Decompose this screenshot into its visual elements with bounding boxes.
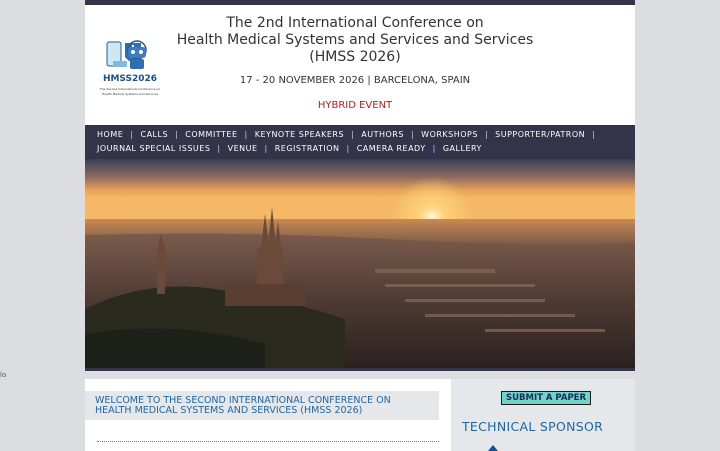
- main-nav: HOME | CALLS | COMMITTEE | KEYNOTE SPEAKERS | AU…: [85, 125, 635, 159]
- nav-camera-ready[interactable]: CAMERA READY: [357, 144, 426, 153]
- conference-title: The 2nd International Conference on Heal…: [175, 15, 535, 66]
- section-gap: [85, 371, 635, 379]
- header: HMSS2026 The Second International Confer…: [85, 5, 635, 125]
- stray-text: lo: [0, 371, 7, 379]
- technical-sponsor-heading: TECHNICAL SPONSOR: [462, 419, 604, 434]
- nav-journal-special-issues[interactable]: JOURNAL SPECIAL ISSUES: [97, 144, 210, 153]
- nav-calls[interactable]: CALLS: [140, 130, 168, 139]
- nav-supporter-patron[interactable]: SUPPORTER/PATRON: [495, 130, 585, 139]
- barcelona-sunset-image: [85, 159, 635, 368]
- nav-separator: |: [351, 130, 355, 139]
- content-area: WELCOME TO THE SECOND INTERNATIONAL CONF…: [85, 379, 635, 451]
- svg-text:The Second International Confe: The Second International Conference on: [99, 87, 161, 91]
- title-line-2: Health Medical Systems and Services and …: [176, 32, 534, 48]
- hybrid-event-label: HYBRID EVENT: [317, 100, 393, 111]
- nav-separator: |: [264, 144, 268, 153]
- nav-separator: |: [244, 130, 248, 139]
- nav-gallery[interactable]: GALLERY: [443, 144, 482, 153]
- nav-separator: |: [346, 144, 350, 153]
- dotted-divider: [97, 441, 439, 442]
- sponsor-logo-icon: [488, 445, 498, 451]
- nav-separator: |: [592, 130, 596, 139]
- nav-separator: |: [484, 130, 489, 139]
- title-line-3: (HMSS 2026): [309, 49, 401, 65]
- nav-separator: |: [130, 130, 134, 139]
- nav-authors[interactable]: AUTHORS: [361, 130, 404, 139]
- nav-workshops[interactable]: WORKSHOPS: [421, 130, 478, 139]
- nav-row-1: HOME | CALLS | COMMITTEE | KEYNOTE SPEAKERS | AU…: [97, 128, 623, 142]
- robot-logo-icon: HMSS2026 The Second International Confer…: [99, 40, 161, 96]
- main-column: WELCOME TO THE SECOND INTERNATIONAL CONF…: [85, 379, 451, 451]
- svg-text:HMSS2026: HMSS2026: [103, 74, 157, 84]
- title-line-1: The 2nd International Conference on: [226, 15, 484, 31]
- sidebar: SUBMIT A PAPER TECHNICAL SPONSOR: [451, 379, 635, 451]
- nav-home[interactable]: HOME: [97, 130, 123, 139]
- submit-paper-button[interactable]: SUBMIT A PAPER: [501, 391, 592, 405]
- page-container: HMSS2026 The Second International Confer…: [85, 0, 635, 451]
- conference-dates: 17 - 20 NOVEMBER 2026 | BARCELONA, SPAIN: [239, 75, 471, 86]
- nav-venue[interactable]: VENUE: [228, 144, 258, 153]
- nav-row-2: JOURNAL SPECIAL ISSUES | VENUE | REGISTRATIO…: [97, 142, 623, 156]
- nav-separator: |: [410, 130, 415, 139]
- nav-keynote-speakers[interactable]: KEYNOTE SPEAKERS: [255, 130, 344, 139]
- nav-separator: |: [217, 144, 221, 153]
- nav-committee[interactable]: COMMITTEE: [185, 130, 237, 139]
- nav-registration[interactable]: REGISTRATION: [275, 144, 340, 153]
- welcome-heading: WELCOME TO THE SECOND INTERNATIONAL CONF…: [85, 391, 439, 420]
- nav-separator: |: [432, 144, 436, 153]
- nav-separator: |: [175, 130, 179, 139]
- svg-text:Health Medical Systems and Ser: Health Medical Systems and Services: [102, 92, 159, 96]
- conference-logo[interactable]: HMSS2026 The Second International Confer…: [97, 39, 163, 101]
- hero-image: [85, 159, 635, 368]
